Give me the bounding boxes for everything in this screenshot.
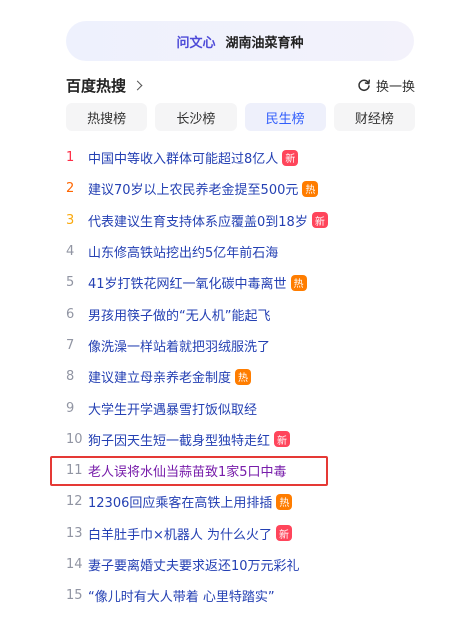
new-badge: 新 bbox=[282, 149, 299, 166]
hot-item-title[interactable]: 像洗澡一样站着就把羽绒服洗了 bbox=[88, 336, 270, 355]
tab-finance[interactable]: 财经榜 bbox=[333, 103, 415, 131]
rank-number: 7 bbox=[66, 337, 75, 353]
rank-number: 11 bbox=[66, 463, 83, 479]
hot-item-title[interactable]: 大学生开学遇暴雪打饭似取经 bbox=[88, 399, 257, 418]
hot-item-title[interactable]: 建议建立母亲养老金制度 bbox=[88, 367, 231, 386]
tab-changsha[interactable]: 长沙榜 bbox=[155, 103, 237, 131]
hot-list-item[interactable]: 11 老人误将水仙当蒜苗致1家5口中毒 bbox=[66, 455, 426, 486]
hot-list-item[interactable]: 10 狗子因天生短一截身型独特走红新 bbox=[66, 424, 426, 455]
rank-number: 14 bbox=[66, 557, 83, 572]
chevron-right-icon bbox=[132, 80, 143, 90]
hot-item-title[interactable]: 建议70岁以上农民养老金提至500元 bbox=[88, 179, 298, 198]
new-badge: 新 bbox=[276, 525, 293, 542]
tab-livelihood[interactable]: 民生榜 bbox=[244, 103, 326, 131]
ask-brand-label: 问文心 bbox=[176, 35, 216, 51]
hot-list-item[interactable]: 9 大学生开学遇暴雪打饭似取经 bbox=[66, 392, 426, 423]
hot-list-item[interactable]: 14 妻子要离婚丈夫要求返还10万元彩礼 bbox=[66, 549, 426, 580]
hot-list-item[interactable]: 12 12306回应乘客在高铁上用排插热 bbox=[66, 486, 426, 517]
hot-search-list: 1 中国中等收入群体可能超过8亿人新 2 建议70岁以上农民养老金提至500元热 3 代表… bbox=[66, 142, 426, 611]
hot-item-title[interactable]: “像儿时有大人带着 心里特踏实” bbox=[88, 586, 275, 605]
rank-number: 5 bbox=[66, 275, 75, 291]
hot-search-tabs: 热搜榜 长沙榜 民生榜 财经榜 bbox=[66, 103, 415, 131]
hot-search-title-link[interactable]: 百度热搜 bbox=[66, 75, 143, 96]
rank-number: 13 bbox=[66, 525, 83, 541]
rank-number: 4 bbox=[66, 244, 75, 260]
ask-query-text: 湖南油菜育种 bbox=[225, 35, 304, 51]
hot-item-title[interactable]: 妻子要离婚丈夫要求返还10万元彩礼 bbox=[88, 555, 300, 574]
tab-hot-search[interactable]: 热搜榜 bbox=[66, 103, 148, 131]
hot-list-item[interactable]: 5 41岁打铁花网红一氧化碳中毒离世热 bbox=[66, 267, 426, 298]
hot-search-header: 百度热搜 换一换 bbox=[66, 74, 415, 96]
hot-list-item[interactable]: 4 山东修高铁站挖出约5亿年前石海 bbox=[66, 236, 426, 267]
rank-number: 15 bbox=[66, 588, 83, 604]
hot-item-title[interactable]: 老人误将水仙当蒜苗致1家5口中毒 bbox=[88, 461, 287, 480]
rank-number: 2 bbox=[66, 181, 75, 197]
rank-number: 10 bbox=[66, 431, 83, 447]
rank-number: 1 bbox=[66, 150, 75, 166]
rank-number: 3 bbox=[66, 212, 75, 228]
hot-list-item[interactable]: 8 建议建立母亲养老金制度热 bbox=[66, 361, 426, 392]
ask-wenxin-bar[interactable]: 问文心 湖南油菜育种 bbox=[66, 21, 414, 61]
hot-item-title[interactable]: 12306回应乘客在高铁上用排插 bbox=[88, 492, 272, 511]
hot-list-item[interactable]: 15 “像儿时有大人带着 心里特踏实” bbox=[66, 580, 426, 611]
hot-list-item[interactable]: 1 中国中等收入群体可能超过8亿人新 bbox=[66, 142, 426, 173]
hot-badge: 热 bbox=[302, 180, 319, 197]
rank-number: 12 bbox=[66, 494, 83, 510]
new-badge: 新 bbox=[274, 431, 291, 448]
refresh-icon bbox=[357, 78, 371, 92]
hot-item-title[interactable]: 狗子因天生短一截身型独特走红 bbox=[88, 430, 270, 449]
hot-list-item[interactable]: 3 代表建议生育支持体系应覆盖0到18岁新 bbox=[66, 205, 426, 236]
hot-item-title[interactable]: 男孩用筷子做的“无人机”能起飞 bbox=[88, 305, 270, 324]
hot-item-title[interactable]: 41岁打铁花网红一氧化碳中毒离世 bbox=[88, 273, 287, 292]
hot-item-title[interactable]: 代表建议生育支持体系应覆盖0到18岁 bbox=[88, 211, 308, 230]
hot-search-title: 百度热搜 bbox=[66, 76, 127, 95]
hot-list-item[interactable]: 13 白羊肚手巾×机器人 为什么火了新 bbox=[66, 518, 426, 549]
rank-number: 6 bbox=[66, 306, 75, 322]
new-badge: 新 bbox=[311, 212, 328, 229]
hot-item-title[interactable]: 山东修高铁站挖出约5亿年前石海 bbox=[88, 242, 278, 261]
hot-list-item[interactable]: 7 像洗澡一样站着就把羽绒服洗了 bbox=[66, 330, 426, 361]
refresh-button[interactable]: 换一换 bbox=[357, 76, 415, 95]
hot-item-title[interactable]: 中国中等收入群体可能超过8亿人 bbox=[88, 148, 278, 167]
hot-list-item[interactable]: 6 男孩用筷子做的“无人机”能起飞 bbox=[66, 298, 426, 329]
rank-number: 8 bbox=[66, 369, 75, 385]
hot-item-title[interactable]: 白羊肚手巾×机器人 为什么火了 bbox=[88, 524, 272, 543]
rank-number: 9 bbox=[66, 400, 75, 416]
hot-badge: 热 bbox=[290, 274, 307, 291]
hot-list-item[interactable]: 2 建议70岁以上农民养老金提至500元热 bbox=[66, 173, 426, 204]
hot-badge: 热 bbox=[276, 493, 293, 510]
hot-badge: 热 bbox=[235, 368, 252, 385]
refresh-label: 换一换 bbox=[375, 79, 415, 95]
